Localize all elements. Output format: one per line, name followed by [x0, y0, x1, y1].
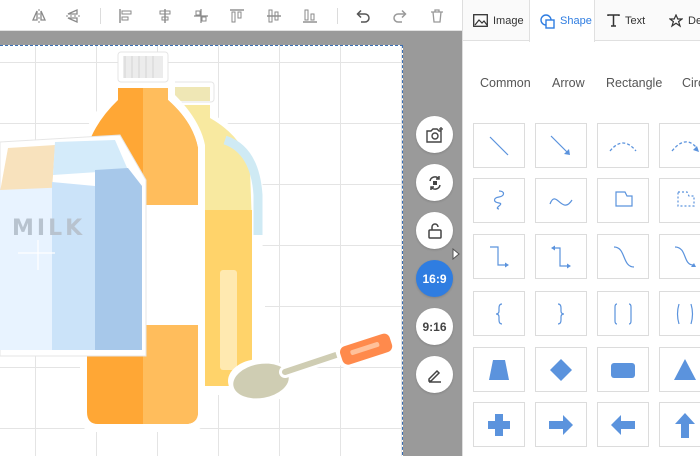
editor-area: MILK 16:9 9:16: [0, 0, 462, 456]
tab-image-label: Image: [493, 14, 524, 27]
shape-triangle[interactable]: [659, 347, 700, 392]
delete-button[interactable]: [426, 5, 448, 27]
parentheses-icon: [676, 303, 694, 324]
shape-diamond[interactable]: [535, 347, 587, 392]
shape-right-brace[interactable]: [535, 291, 587, 336]
camera-plus-icon: [425, 126, 443, 143]
shape-category-tabs: Common Arrow Rectangle Circ: [463, 76, 700, 102]
brackets-icon: [614, 302, 632, 325]
category-common[interactable]: Common: [480, 76, 531, 90]
shape-elbow-double-arrow[interactable]: [535, 234, 587, 279]
dashed-arc-arrow-icon: [671, 140, 699, 152]
decoration-icon: [669, 13, 683, 28]
shape-curved-arrow[interactable]: [659, 234, 700, 279]
ratio-9-16-button[interactable]: 9:16: [416, 308, 453, 345]
milk-carton: MILK: [0, 134, 147, 357]
pencil-icon: [427, 369, 441, 383]
curved-arrow-icon: [674, 245, 696, 267]
elbow-connector-icon: [490, 245, 509, 267]
right-panel: Image Shape Text Deco Common Arrow Recta…: [462, 0, 700, 456]
right-arrow-icon: [549, 414, 573, 435]
cross-icon: [488, 413, 510, 436]
tab-text[interactable]: Text: [597, 0, 659, 41]
dashed-freeform-icon: [677, 190, 695, 207]
shape-left-brace[interactable]: [473, 291, 525, 336]
unlock-button[interactable]: [416, 212, 453, 249]
shape-freeform[interactable]: [597, 178, 649, 223]
shape-parentheses[interactable]: [659, 291, 700, 336]
shape-curved-connector[interactable]: [597, 234, 649, 279]
screenshot-button[interactable]: [416, 116, 453, 153]
shape-rounded-rectangle[interactable]: [597, 347, 649, 392]
shape-elbow-connector[interactable]: [473, 234, 525, 279]
milk-carton-text: MILK: [12, 216, 85, 241]
tab-shape-label: Shape: [560, 15, 592, 27]
shape-left-arrow[interactable]: [597, 402, 649, 447]
trapezoid-icon: [489, 359, 509, 380]
s-curve-icon: [549, 197, 573, 206]
shape-dashed-arc-arrow[interactable]: [659, 123, 700, 168]
shape-squiggle[interactable]: [473, 178, 525, 223]
ratio-9-16-label: 9:16: [422, 319, 447, 334]
up-arrow-icon: [675, 412, 695, 438]
panel-tabs: Image Shape Text Deco: [463, 0, 700, 42]
left-brace-icon: [495, 302, 503, 325]
shape-trapezoid[interactable]: [473, 347, 525, 392]
shape-up-arrow[interactable]: [659, 402, 700, 447]
edit-button[interactable]: [416, 356, 453, 393]
tab-decoration-label: Deco: [688, 14, 700, 27]
freeform-shape-icon: [615, 190, 633, 207]
ratio-16-9-button[interactable]: 16:9: [416, 260, 453, 297]
chevron-right-icon: [452, 248, 460, 260]
image-icon: [473, 14, 488, 27]
category-rectangle[interactable]: Rectangle: [606, 76, 662, 90]
shape-icon: [540, 13, 555, 29]
squiggle-icon: [493, 189, 505, 210]
left-arrow-icon: [611, 414, 635, 435]
shape-cross[interactable]: [473, 402, 525, 447]
tab-decoration[interactable]: Deco: [659, 0, 700, 41]
category-arrow[interactable]: Arrow: [552, 76, 585, 90]
unlock-icon: [427, 222, 442, 239]
shape-right-arrow[interactable]: [535, 402, 587, 447]
diamond-icon: [550, 358, 572, 381]
shape-curve[interactable]: [535, 178, 587, 223]
curved-connector-icon: [613, 245, 635, 268]
triangle-icon: [674, 358, 696, 380]
ratio-16-9-label: 16:9: [422, 271, 447, 286]
tab-text-label: Text: [625, 14, 646, 27]
shape-brackets[interactable]: [597, 291, 649, 336]
tab-image[interactable]: Image: [463, 0, 529, 41]
refresh-button[interactable]: [416, 164, 453, 201]
rounded-rectangle-icon: [611, 362, 635, 378]
refresh-icon: [428, 175, 441, 190]
collapse-panel-handle[interactable]: [450, 244, 462, 264]
category-circle[interactable]: Circ: [682, 76, 700, 90]
dashed-arc-icon: [609, 141, 637, 151]
trash-icon: [431, 9, 443, 23]
tab-shape[interactable]: Shape: [529, 0, 595, 42]
shape-line[interactable]: [473, 123, 525, 168]
elbow-double-arrow-icon: [551, 245, 571, 268]
shape-dashed-arc[interactable]: [597, 123, 649, 168]
text-icon: [607, 14, 620, 27]
shape-freeform-dashed[interactable]: [659, 178, 700, 223]
right-brace-icon: [557, 302, 565, 325]
diagonal-arrow-icon: [550, 135, 570, 155]
diagonal-line-icon: [489, 136, 509, 155]
shape-arrow-line[interactable]: [535, 123, 587, 168]
milk-illustration[interactable]: MILK: [0, 0, 403, 456]
